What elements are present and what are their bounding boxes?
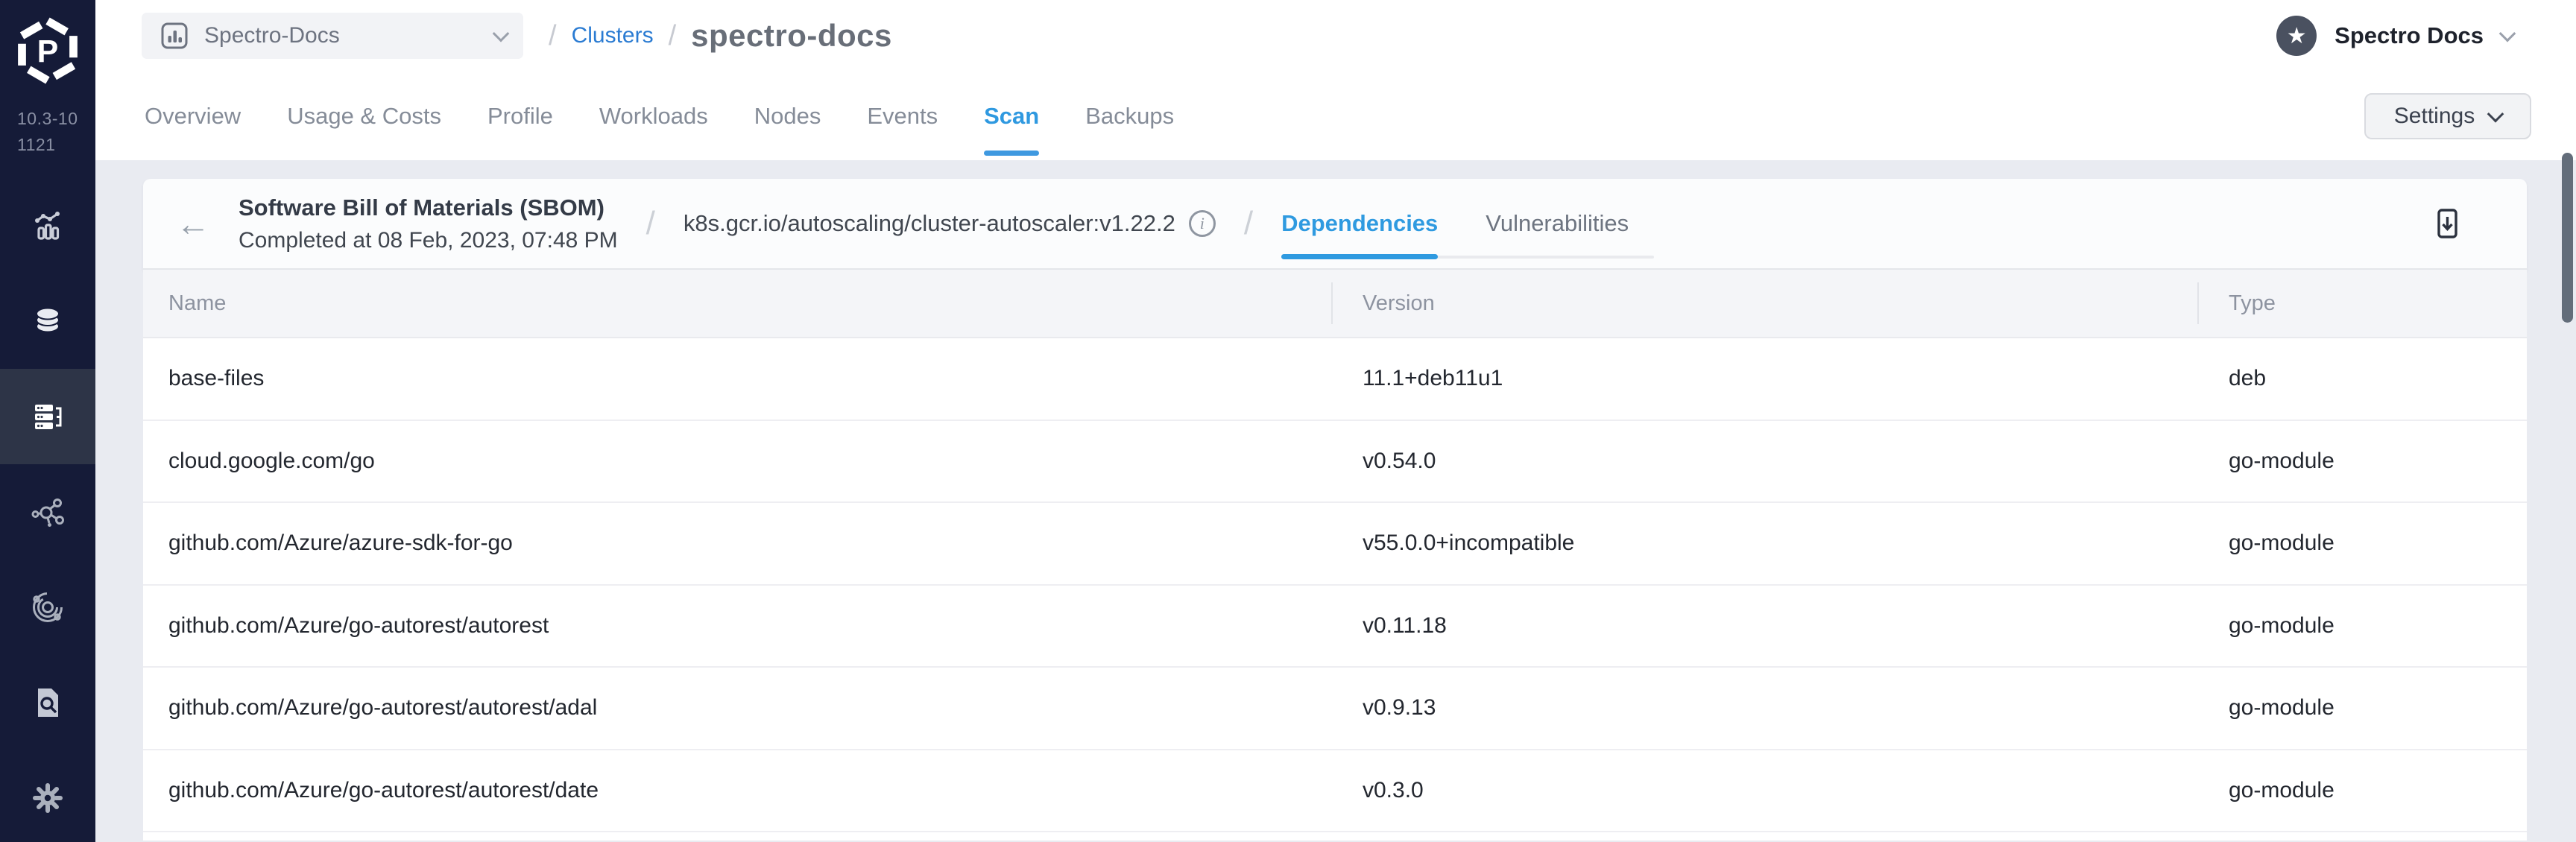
cell-name: cloud.google.com/go — [168, 448, 375, 473]
table-row[interactable]: github.com/Azure/go-autorest/autorest v0… — [143, 585, 2527, 668]
version-label: 10.3-101121 — [17, 109, 78, 154]
sidebar-item-clusters[interactable] — [0, 369, 95, 464]
path-separator: / — [1243, 205, 1254, 241]
table-row[interactable]: cloud.google.com/go v0.54.0 go-module — [143, 420, 2527, 503]
sidebar-item-workspaces[interactable] — [0, 464, 95, 560]
table-row[interactable]: github.com/Azure/go-autorest/autorest/ad… — [143, 668, 2527, 750]
clusters-icon — [35, 405, 62, 429]
doc-search-icon — [38, 689, 58, 717]
cell-type: deb — [2229, 366, 2267, 391]
cell-name: github.com/Azure/azure-sdk-for-go — [168, 531, 513, 556]
cell-type: go-module — [2229, 531, 2334, 556]
column-header-version: Version — [1331, 291, 2197, 316]
sidebar-item-audit[interactable] — [0, 655, 95, 750]
sbom-title: Software Bill of Materials (SBOM) — [239, 194, 604, 221]
column-header-name: Name — [168, 291, 227, 315]
palette-logo-icon: P — [18, 16, 78, 85]
palette-logo[interactable]: P — [13, 16, 82, 85]
cell-version: v0.3.0 — [1363, 777, 1424, 803]
cell-type: go-module — [2229, 448, 2334, 473]
table-header: Name Version Type — [143, 270, 2527, 338]
cell-name: github.com/Azure/go-autorest/autorest/ad… — [168, 695, 598, 721]
breadcrumb-separator: / — [549, 19, 557, 51]
table-row-partial — [143, 832, 2527, 841]
project-chart-icon — [161, 22, 188, 49]
sbom-card: ← Software Bill of Materials (SBOM) Comp… — [143, 179, 2527, 842]
tab-workloads[interactable]: Workloads — [599, 72, 708, 160]
cell-version: v55.0.0+incompatible — [1363, 531, 1575, 556]
tab-dependencies[interactable]: Dependencies — [1281, 179, 1439, 268]
table-row[interactable]: github.com/Azure/azure-sdk-for-go v55.0.… — [143, 503, 2527, 586]
orbit-icon — [33, 592, 63, 622]
cell-name: base-files — [168, 366, 265, 391]
tab-vulnerabilities[interactable]: Vulnerabilities — [1486, 179, 1629, 268]
cell-version: v0.11.18 — [1363, 612, 1447, 638]
settings-button[interactable]: Settings — [2364, 92, 2531, 139]
main-area: Spectro-Docs / Clusters / spectro-docs ★… — [95, 0, 2576, 842]
tenant-avatar: ★ — [2276, 16, 2317, 56]
scanned-image: k8s.gcr.io/autoscaling/cluster-autoscale… — [684, 210, 1216, 237]
cell-version: v0.9.13 — [1363, 695, 1436, 721]
tab-events[interactable]: Events — [867, 72, 938, 160]
column-header-type: Type — [2197, 291, 2527, 316]
download-file-icon — [2437, 209, 2457, 238]
settings-button-label: Settings — [2393, 103, 2475, 128]
path-separator: / — [645, 205, 655, 241]
download-sbom-button[interactable] — [2430, 206, 2464, 241]
cell-type: go-module — [2229, 695, 2334, 721]
gear-icon — [33, 783, 63, 813]
table-row[interactable]: base-files 11.1+deb11u1 deb — [143, 338, 2527, 421]
tenant-switcher[interactable]: ★ Spectro Docs — [2276, 16, 2516, 56]
breadcrumb-current: spectro-docs — [691, 18, 892, 53]
sidebar-item-monitoring[interactable] — [0, 178, 95, 273]
layers-icon — [36, 307, 60, 333]
back-arrow-icon[interactable]: ← — [176, 206, 210, 241]
tab-backups[interactable]: Backups — [1085, 72, 1174, 160]
breadcrumb: / Clusters / spectro-docs — [549, 18, 892, 54]
sidebar-item-ecosystem[interactable] — [0, 560, 95, 655]
sidebar: P 10.3-101121 — [0, 0, 95, 842]
star-icon: ★ — [2286, 23, 2307, 48]
sidebar-item-profiles[interactable] — [0, 273, 95, 369]
top-header: Spectro-Docs / Clusters / spectro-docs ★… — [95, 0, 2576, 72]
tab-usage-costs[interactable]: Usage & Costs — [287, 72, 441, 160]
cell-name: github.com/Azure/go-autorest/autorest/da… — [168, 777, 599, 803]
svg-text:P: P — [37, 34, 59, 69]
content-area: ← Software Bill of Materials (SBOM) Comp… — [95, 160, 2576, 842]
breadcrumb-separator: / — [668, 19, 677, 51]
project-selector[interactable]: Spectro-Docs — [142, 13, 523, 59]
app-root: P 10.3-101121 Spectro-Docs / Clusters / … — [0, 0, 2576, 842]
vertical-scrollbar-thumb[interactable] — [2562, 153, 2573, 323]
analytics-icon — [35, 212, 60, 240]
chevron-down-icon — [2498, 25, 2516, 42]
table-row[interactable]: github.com/Azure/go-autorest/autorest/da… — [143, 750, 2527, 832]
tab-profile[interactable]: Profile — [487, 72, 553, 160]
sbom-completed-at: Completed at 08 Feb, 2023, 07:48 PM — [239, 227, 618, 253]
network-icon — [31, 498, 64, 527]
tab-scan[interactable]: Scan — [984, 72, 1040, 160]
tab-overview[interactable]: Overview — [145, 72, 241, 160]
chevron-down-icon — [2487, 105, 2504, 122]
cell-type: go-module — [2229, 612, 2334, 638]
cluster-tabs: Overview Usage & Costs Profile Workloads… — [145, 72, 1174, 160]
cell-version: v0.54.0 — [1363, 448, 1436, 473]
scanned-image-name: k8s.gcr.io/autoscaling/cluster-autoscale… — [683, 210, 1175, 236]
cell-version: 11.1+deb11u1 — [1363, 366, 1503, 391]
chevron-down-icon — [492, 25, 510, 42]
sbom-result-tabs: Dependencies Vulnerabilities — [1281, 179, 1655, 268]
sidebar-nav — [0, 178, 95, 842]
tab-nodes[interactable]: Nodes — [754, 72, 821, 160]
sidebar-item-settings[interactable] — [0, 750, 95, 842]
cell-type: go-module — [2229, 777, 2334, 803]
tenant-label: Spectro Docs — [2334, 22, 2484, 48]
sbom-titles: Software Bill of Materials (SBOM) Comple… — [239, 194, 618, 253]
sbom-card-header: ← Software Bill of Materials (SBOM) Comp… — [143, 179, 2527, 270]
breadcrumb-link-clusters[interactable]: Clusters — [572, 23, 654, 48]
info-icon[interactable]: i — [1188, 210, 1216, 237]
cluster-tabbar: Overview Usage & Costs Profile Workloads… — [95, 72, 2576, 160]
cell-name: github.com/Azure/go-autorest/autorest — [168, 612, 549, 638]
project-selector-label: Spectro-Docs — [204, 23, 340, 48]
